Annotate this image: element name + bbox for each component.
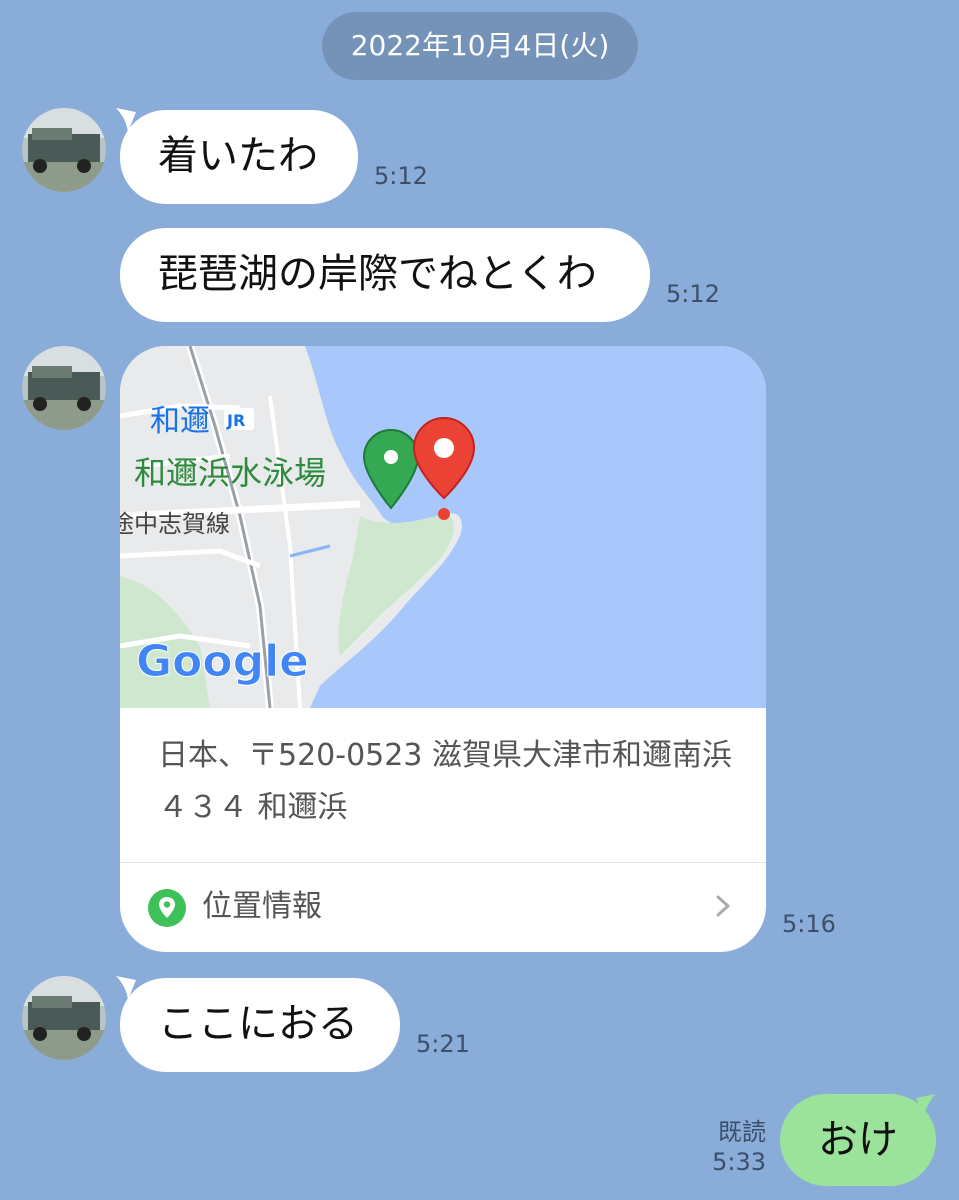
location-address: 日本、〒520-0523 滋賀県大津市和邇南浜４３４ 和邇浜	[158, 738, 732, 825]
avatar-image	[22, 108, 106, 192]
location-icon	[148, 889, 186, 927]
chevron-right-icon	[716, 895, 730, 917]
avatar-image	[22, 976, 106, 1060]
my-message-bubble[interactable]: おけ	[780, 1094, 936, 1186]
message-bubble[interactable]: 琵琶湖の岸際でねとくわ	[120, 228, 650, 322]
sender-avatar[interactable]	[22, 108, 106, 192]
sender-avatar[interactable]	[22, 346, 106, 430]
jr-mark-icon: JR	[226, 411, 245, 430]
message-time: 5:12	[374, 162, 428, 190]
message-time: 5:21	[416, 1030, 470, 1058]
location-info-row[interactable]: 位置情報	[120, 863, 766, 952]
map-label-road: 途中志賀線	[120, 510, 230, 538]
message-time: 5:33	[712, 1148, 766, 1176]
location-card[interactable]: 和邇 JR 和邇浜水泳場 途中志賀線 Google 日本、〒520-0523 滋…	[120, 346, 766, 952]
map-label-beach: 和邇浜水泳場	[134, 454, 326, 492]
message-time: 5:16	[782, 910, 836, 938]
bubble-tail-icon	[916, 1094, 936, 1118]
message-time: 5:12	[666, 280, 720, 308]
avatar-image	[22, 346, 106, 430]
message-bubble[interactable]: 着いたわ	[120, 110, 358, 204]
google-logo: Google	[136, 636, 309, 687]
sender-avatar[interactable]	[22, 976, 106, 1060]
date-divider: 2022年10月4日(火)	[322, 12, 638, 80]
location-info-label: 位置情報	[202, 889, 322, 924]
read-receipt: 既読	[718, 1118, 766, 1146]
map-label-station: 和邇	[150, 404, 210, 439]
message-bubble[interactable]: ここにおる	[120, 978, 400, 1072]
map-preview[interactable]: 和邇 JR 和邇浜水泳場 途中志賀線 Google	[120, 346, 766, 708]
